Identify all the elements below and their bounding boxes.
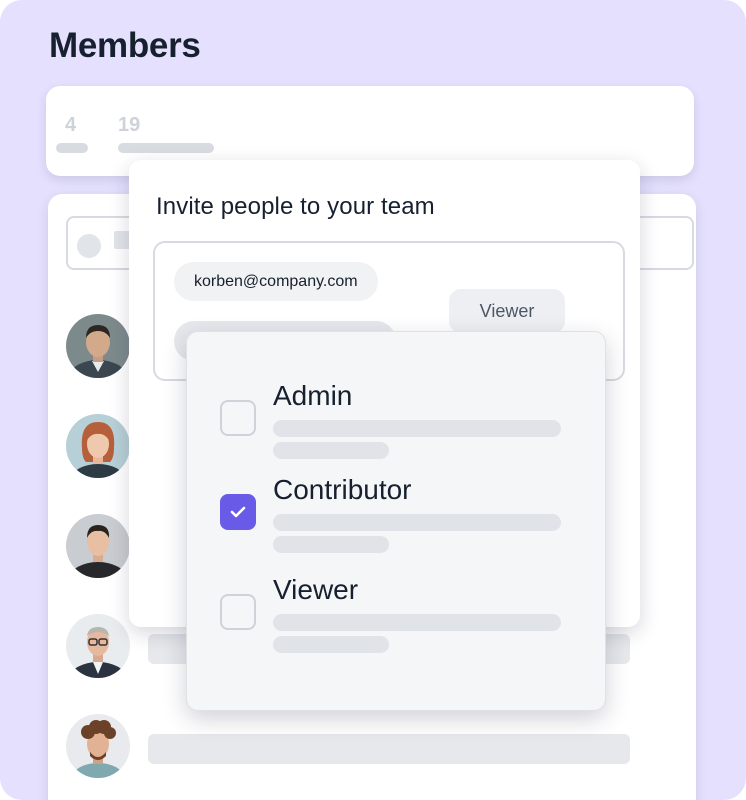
- stat-value-members: 19: [118, 114, 141, 136]
- avatar[interactable]: [66, 514, 130, 578]
- role-description-placeholder: [273, 614, 561, 631]
- role-label: Contributor: [273, 474, 412, 505]
- role-description-placeholder: [273, 442, 389, 459]
- search-icon: [77, 234, 101, 258]
- page-title: Members: [49, 26, 201, 65]
- stat-label-placeholder: [56, 143, 88, 153]
- role-option-admin[interactable]: Admin: [187, 372, 607, 462]
- role-description-placeholder: [273, 420, 561, 437]
- checkbox[interactable]: [220, 594, 256, 630]
- search-placeholder: [114, 231, 130, 249]
- avatar[interactable]: [66, 314, 130, 378]
- email-chip[interactable]: korben@company.com: [174, 262, 378, 301]
- role-description-placeholder: [273, 536, 389, 553]
- avatar[interactable]: [66, 414, 130, 478]
- role-select-button[interactable]: Viewer: [449, 289, 565, 333]
- invite-title: Invite people to your team: [156, 193, 435, 220]
- avatar[interactable]: [66, 714, 130, 778]
- avatar-man-glasses-icon: [66, 614, 130, 678]
- role-description-placeholder: [273, 514, 561, 531]
- role-option-viewer[interactable]: Viewer: [187, 566, 607, 656]
- avatar-man-curly-icon: [66, 714, 130, 778]
- role-label: Viewer: [273, 574, 359, 605]
- checkbox[interactable]: [220, 400, 256, 436]
- stat-value-admins: 4: [65, 114, 77, 136]
- role-label: Admin: [273, 380, 353, 411]
- member-name-placeholder: [148, 734, 630, 764]
- stat-label-placeholder: [118, 143, 214, 153]
- role-description-placeholder: [273, 636, 389, 653]
- avatar[interactable]: [66, 614, 130, 678]
- check-icon: [230, 506, 246, 518]
- avatar-man-suit-icon: [66, 314, 130, 378]
- members-screen: Members 4 19 Invite people to your team …: [0, 0, 746, 800]
- role-option-contributor[interactable]: Contributor: [187, 466, 607, 556]
- avatar-woman-redhair-icon: [66, 414, 130, 478]
- avatar-man-dark-icon: [66, 514, 130, 578]
- checkbox-checked[interactable]: [220, 494, 256, 530]
- role-dropdown-menu: Admin Contributor Viewer: [186, 331, 606, 711]
